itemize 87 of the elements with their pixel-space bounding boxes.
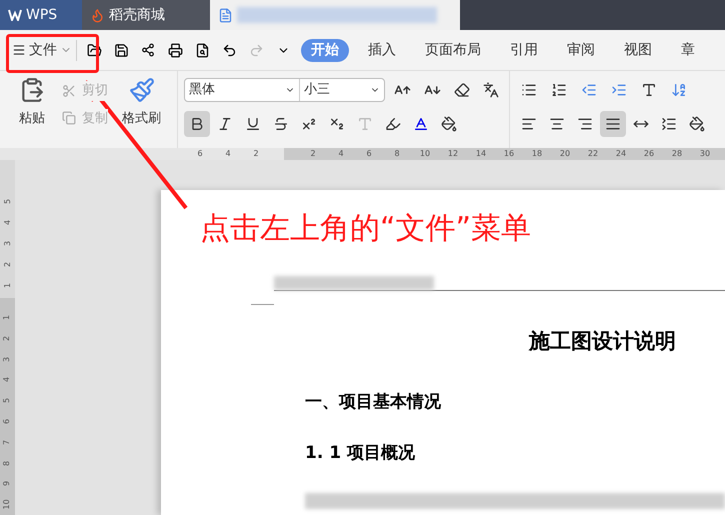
ruler-number: 4 <box>1 376 12 384</box>
ruler-number: 2 <box>309 148 317 160</box>
ruler-number: 24 <box>614 148 628 160</box>
ribbon-tab[interactable]: 章 <box>671 38 705 62</box>
align-left-icon <box>521 116 537 132</box>
ruler-number: 2 <box>1 334 12 343</box>
strikethrough-icon <box>273 116 289 132</box>
highlighter-icon <box>385 116 401 132</box>
menu-icon <box>12 43 26 57</box>
wps-logo-icon <box>8 9 22 21</box>
eraser-icon <box>454 82 470 98</box>
ruler-number: 18 <box>530 148 544 160</box>
ruler-number: 3 <box>2 240 12 248</box>
ruler-number: 1 <box>2 282 12 290</box>
preview-icon <box>194 42 210 58</box>
ruler-number: 26 <box>642 148 656 160</box>
ruler-number: 4 <box>224 148 232 160</box>
ruler-number: 2 <box>252 148 260 160</box>
ruler-number: 6 <box>365 148 373 160</box>
bullet-list-icon <box>521 82 537 98</box>
align-right-icon <box>577 116 593 132</box>
shading-icon <box>689 116 705 132</box>
undo-icon <box>222 42 236 58</box>
printer-icon <box>168 42 182 58</box>
ruler-number: 12 <box>446 148 460 160</box>
file-menu-button[interactable]: 文件 <box>12 40 77 60</box>
ribbon-tab[interactable]: 页面布局 <box>415 38 491 62</box>
flame-icon <box>90 8 105 22</box>
subsection-heading: 1. 1 项目概况 <box>305 442 416 465</box>
align-justify-button[interactable] <box>600 111 626 137</box>
save-icon <box>114 42 128 58</box>
document-icon <box>218 8 233 22</box>
ruler-number: 14 <box>474 148 488 160</box>
ruler-number: 7 <box>1 438 12 447</box>
copy-icon <box>62 111 76 126</box>
ruler-number: 30 <box>698 148 712 160</box>
annotation-text: 点击左上角的“文件”菜单 <box>200 214 532 244</box>
folder-icon <box>86 42 102 58</box>
font-color-icon <box>413 116 429 132</box>
ruler-number: 4 <box>2 218 12 228</box>
paste-button[interactable]: 粘贴 <box>12 77 52 128</box>
title-tab[interactable]: WPS <box>0 0 82 30</box>
scissors-icon <box>62 84 76 98</box>
ruler-number: 10 <box>1 498 12 512</box>
format-painter-button[interactable]: 格式刷 <box>122 77 161 128</box>
indent-icon <box>611 82 627 98</box>
align-center-icon <box>549 116 565 132</box>
superscript-icon <box>301 116 317 132</box>
title-tab[interactable]: 稻壳商城 <box>82 0 210 30</box>
ruler-number: 2 <box>2 260 12 270</box>
ruler-number: 10 <box>418 148 432 160</box>
sort-icon <box>671 82 687 98</box>
ruler-number: 20 <box>558 148 572 160</box>
ruler-number: 9 <box>1 480 12 488</box>
text-icon <box>641 82 657 98</box>
ruler-number: 5 <box>2 198 12 206</box>
underline-icon <box>245 116 261 132</box>
ruler-number: 6 <box>1 418 12 426</box>
document-title: 施工图设计说明 <box>529 328 677 355</box>
ruler-number: 1 <box>1 314 12 322</box>
ribbon-tab[interactable]: 插入 <box>358 38 406 62</box>
phonetic-icon <box>483 82 500 98</box>
ruler-number: 4 <box>337 148 345 160</box>
redo-icon <box>248 42 264 58</box>
section-heading: 一、项目基本情况 <box>305 390 442 414</box>
paintbrush-icon <box>128 77 154 103</box>
shading-icon <box>441 116 457 132</box>
share-icon <box>141 43 155 57</box>
align-justify-icon <box>605 116 621 132</box>
ruler-number: 8 <box>1 459 12 468</box>
ribbon-tab[interactable]: 引用 <box>500 38 548 62</box>
ruler-number: 6 <box>196 148 204 160</box>
text-effect-icon <box>357 116 373 132</box>
outdent-icon <box>581 82 597 98</box>
ruler-number: 28 <box>670 148 684 160</box>
ruler-number: 22 <box>586 148 600 160</box>
line-spacing-icon <box>661 116 677 132</box>
ruler-number: 8 <box>393 148 401 160</box>
bold-button[interactable] <box>184 111 210 137</box>
numbered-list-icon <box>551 82 567 98</box>
subscript-icon <box>329 116 345 132</box>
ribbon-tab[interactable]: 审阅 <box>557 38 605 62</box>
ruler-number: 16 <box>502 148 516 160</box>
ribbon-tab[interactable]: 视图 <box>614 38 662 62</box>
italic-icon <box>217 116 233 132</box>
ruler-number: 3 <box>1 355 12 364</box>
ruler-number: 5 <box>1 397 12 406</box>
